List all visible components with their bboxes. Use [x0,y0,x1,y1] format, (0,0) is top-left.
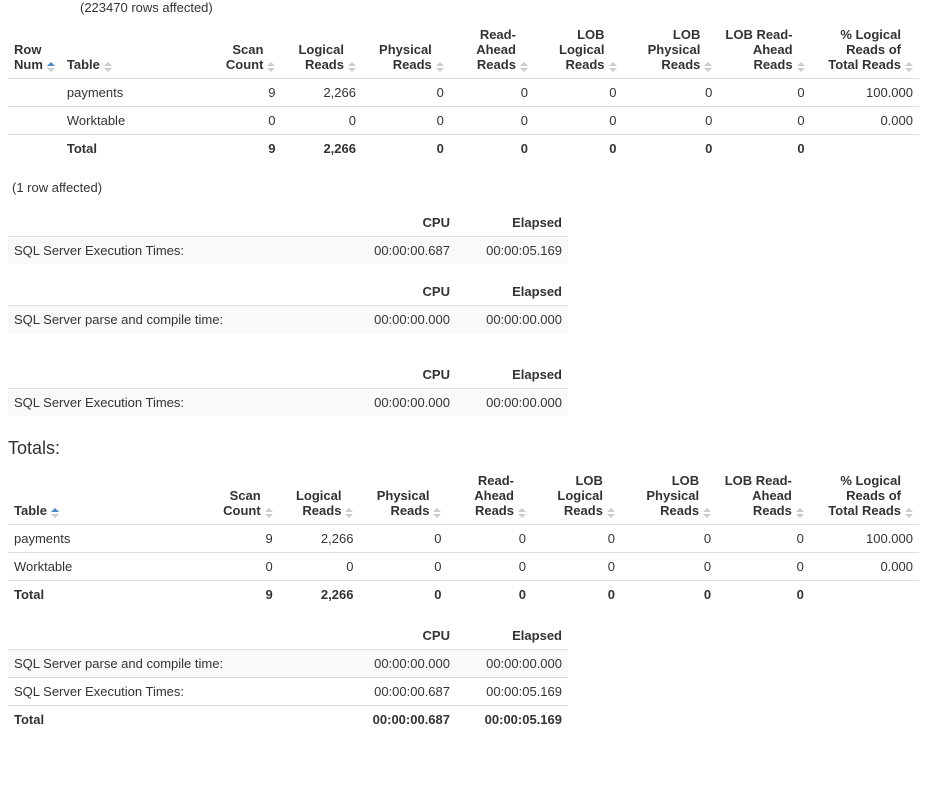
col-read-ahead[interactable]: Read-Ahead Reads [456,27,516,72]
sort-icon[interactable] [345,508,353,518]
sort-icon[interactable] [609,62,617,72]
table-row: SQL Server parse and compile time: 00:00… [8,306,568,334]
col-lob-logical[interactable]: LOB Logical Reads [538,473,603,518]
sort-icon[interactable] [607,508,615,518]
table-total-row: Total 9 2,266 0 0 0 0 0 [8,135,919,163]
table-row: SQL Server Execution Times: 00:00:00.687… [8,678,568,706]
table-row: SQL Server Execution Times: 00:00:00.687… [8,237,568,265]
sort-icon[interactable] [905,508,913,518]
col-cpu: CPU [423,215,450,230]
table-total-row: Total 9 2,266 0 0 0 0 0 [8,581,919,609]
col-cpu: CPU [423,284,450,299]
col-logical-reads[interactable]: Logical Reads [287,42,344,72]
totals-heading: Totals: [8,438,919,459]
col-table[interactable]: Table [14,503,47,518]
sort-icon[interactable] [905,62,913,72]
col-scan-count[interactable]: Scan Count [217,42,264,72]
table-row: SQL Server Execution Times: 00:00:00.000… [8,389,568,417]
col-elapsed: Elapsed [512,628,562,643]
col-pct-logical[interactable]: % Logical Reads of Total Reads [817,27,901,72]
col-lob-physical[interactable]: LOB Physical Reads [627,473,699,518]
totals-time-table: CPU Elapsed SQL Server parse and compile… [8,622,568,733]
sort-icon[interactable] [797,62,805,72]
table-row: Worktable 0 0 0 0 0 0 0 0.000 [8,107,919,135]
sort-icon[interactable] [433,508,441,518]
col-lob-read-ahead[interactable]: LOB Read-Ahead Reads [723,473,792,518]
col-lob-physical[interactable]: LOB Physical Reads [629,27,701,72]
sort-icon[interactable] [436,62,444,72]
col-elapsed: Elapsed [512,284,562,299]
sort-icon[interactable] [51,508,59,518]
col-cpu: CPU [423,367,450,382]
time-table-3: CPU Elapsed SQL Server Execution Times: … [8,361,568,416]
col-read-ahead[interactable]: Read-Ahead Reads [453,473,514,518]
col-lob-logical[interactable]: LOB Logical Reads [540,27,605,72]
col-table[interactable]: Table [67,57,100,72]
col-physical-reads[interactable]: Physical Reads [368,42,432,72]
col-physical-reads[interactable]: Physical Reads [365,488,429,518]
sort-icon[interactable] [703,508,711,518]
rows-affected-1: (223470 rows affected) [80,0,919,15]
col-logical-reads[interactable]: Logical Reads [285,488,342,518]
col-row-num[interactable]: Row Num [14,42,43,72]
col-pct-logical[interactable]: % Logical Reads of Total Reads [816,473,901,518]
totals-stats-table: Table Scan Count Logical Reads Physical … [8,467,919,608]
table-row: Worktable 0 0 0 0 0 0 0 0.000 [8,553,919,581]
sort-icon[interactable] [104,62,112,72]
sort-icon[interactable] [47,62,55,72]
rows-affected-2: (1 row affected) [12,180,919,195]
col-elapsed: Elapsed [512,367,562,382]
sort-icon[interactable] [265,508,273,518]
sort-icon[interactable] [348,62,356,72]
sort-icon[interactable] [704,62,712,72]
time-table-1: CPU Elapsed SQL Server Execution Times: … [8,209,568,264]
sort-icon[interactable] [520,62,528,72]
col-elapsed: Elapsed [512,215,562,230]
sort-icon[interactable] [267,62,275,72]
col-cpu: CPU [423,628,450,643]
io-stats-table: Row Num Table Scan Count Logical Reads P… [8,21,919,162]
col-scan-count[interactable]: Scan Count [214,488,261,518]
sort-icon[interactable] [796,508,804,518]
table-row: payments 9 2,266 0 0 0 0 0 100.000 [8,79,919,107]
table-row: SQL Server parse and compile time: 00:00… [8,650,568,678]
time-table-2: CPU Elapsed SQL Server parse and compile… [8,278,568,333]
table-row: payments 9 2,266 0 0 0 0 0 100.000 [8,525,919,553]
col-lob-read-ahead[interactable]: LOB Read-Ahead Reads [724,27,792,72]
table-total-row: Total 00:00:00.687 00:00:05.169 [8,706,568,734]
sort-icon[interactable] [518,508,526,518]
